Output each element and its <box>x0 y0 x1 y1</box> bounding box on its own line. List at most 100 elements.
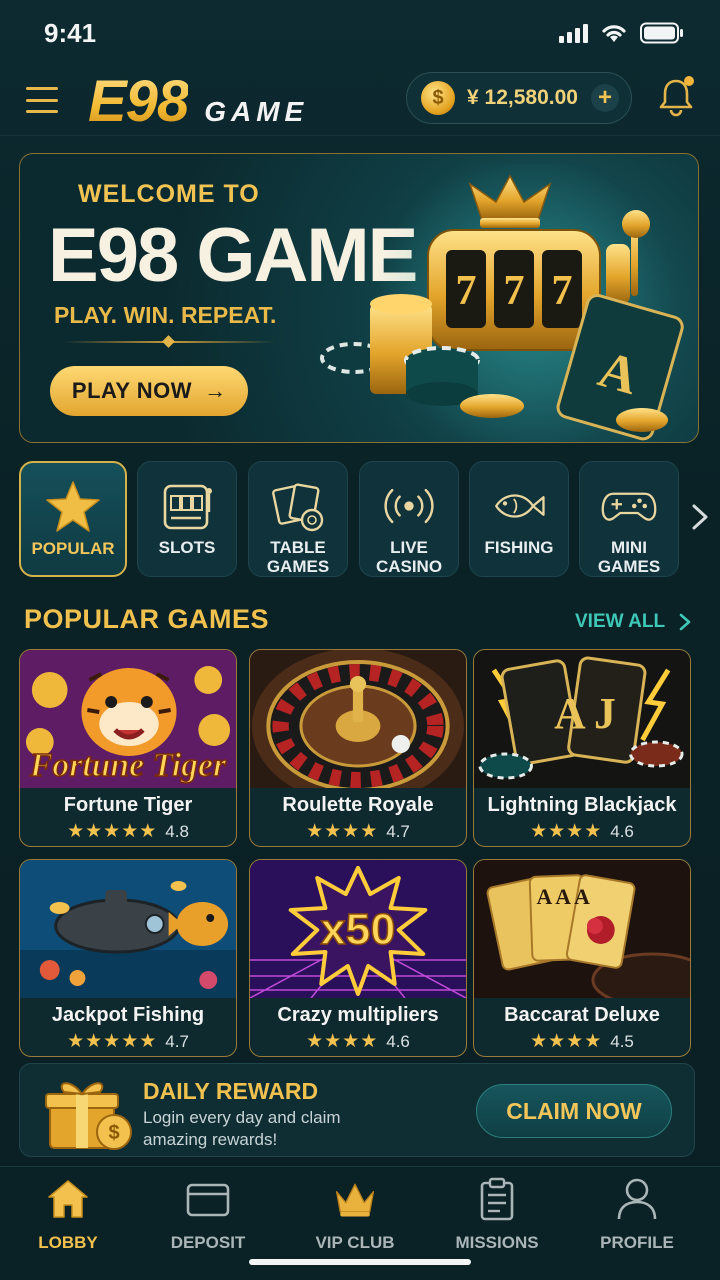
clipboard-icon <box>474 1177 520 1221</box>
fish-icon <box>491 480 547 532</box>
notification-dot <box>684 76 694 86</box>
slot-digit-3: 7 <box>552 268 573 314</box>
game-card-fortune-tiger[interactable]: Fortune Tiger Fortune Tiger ★★★★★ 4.8 <box>19 649 237 847</box>
nav-deposit[interactable]: DEPOSIT <box>148 1177 268 1257</box>
game-rating: ★★★★ 4.6 <box>250 1030 466 1053</box>
daily-reward-banner: $ DAILY REWARD Login every day and claim… <box>19 1063 695 1157</box>
app-root: 9:41 E98 GAME $ ¥ 12,580.00 + WELCOME TO… <box>0 0 720 1280</box>
rating-value: 4.8 <box>165 821 189 841</box>
broadcast-icon <box>381 480 437 532</box>
star-icon <box>45 481 101 533</box>
home-indicator[interactable] <box>249 1259 471 1265</box>
blackjack-art: A J <box>474 650 690 788</box>
game-title: Fortune Tiger <box>63 794 193 816</box>
roulette-art <box>250 650 466 788</box>
gift-box-icon: $ <box>45 1082 132 1150</box>
category-table-games[interactable]: TABLE GAMES <box>248 461 348 577</box>
rating-value: 4.5 <box>610 1031 634 1051</box>
category-mini-games[interactable]: MINI GAMES <box>579 461 679 577</box>
reward-coin-symbol: $ <box>108 1122 119 1144</box>
app-header: E98 GAME $ ¥ 12,580.00 + <box>0 66 720 136</box>
game-title: Crazy multipliers <box>277 1004 439 1026</box>
reward-title: DAILY REWARD <box>143 1078 319 1104</box>
rating-value: 4.7 <box>165 1031 189 1051</box>
battery-icon <box>640 22 684 44</box>
category-bar: POPULAR SLOTS TABLE GAMES LIVE CASINO FI… <box>19 461 720 577</box>
nav-label: PROFILE <box>600 1233 674 1252</box>
game-rating: ★★★★★ 4.7 <box>20 1030 236 1053</box>
wallet-balance[interactable]: $ ¥ 12,580.00 + <box>406 72 632 124</box>
game-rating: ★★★★★ 4.8 <box>20 820 236 843</box>
status-icons <box>559 22 684 44</box>
home-icon <box>45 1177 91 1221</box>
rating-value: 4.6 <box>610 821 634 841</box>
game-art-text: A J <box>554 690 616 738</box>
arrow-right-icon: → <box>204 378 227 403</box>
game-title: Jackpot Fishing <box>51 1004 205 1026</box>
nav-profile[interactable]: PROFILE <box>577 1177 697 1257</box>
baccarat-art: A A A <box>474 860 690 998</box>
game-card-crazy-multipliers[interactable]: x50 Crazy multipliers ★★★★ 4.6 <box>249 859 467 1057</box>
game-art-text: x50 <box>321 905 396 954</box>
fortune-tiger-art: Fortune Tiger <box>20 650 236 788</box>
game-rating: ★★★★ 4.6 <box>474 820 690 843</box>
gamepad-icon <box>601 480 657 532</box>
category-popular[interactable]: POPULAR <box>19 461 127 577</box>
nav-label: MISSIONS <box>455 1233 539 1252</box>
game-title: Lightning Blackjack <box>487 794 677 816</box>
game-card-baccarat-deluxe[interactable]: A A A Baccarat Deluxe ★★★★ 4.5 <box>473 859 691 1057</box>
category-label: MINI GAMES <box>597 538 661 576</box>
reward-description: Login every day and claim amazing reward… <box>143 1108 341 1149</box>
star-rating-icon: ★★★★ <box>306 1031 379 1052</box>
diamond-ornament-icon <box>162 335 175 348</box>
wifi-icon <box>600 23 628 43</box>
rating-value: 4.7 <box>386 821 410 841</box>
category-fishing[interactable]: FISHING <box>469 461 569 577</box>
star-rating-icon: ★★★★ <box>530 1031 603 1052</box>
cards-icon <box>270 480 326 532</box>
game-card-roulette-royale[interactable]: Roulette Royale ★★★★ 4.7 <box>249 649 467 847</box>
nav-missions[interactable]: MISSIONS <box>437 1177 557 1257</box>
chevron-right-icon <box>679 613 691 631</box>
signal-icon <box>559 23 588 43</box>
nav-label: LOBBY <box>38 1233 98 1252</box>
section-title: POPULAR GAMES <box>24 604 270 634</box>
rating-value: 4.6 <box>386 1031 410 1051</box>
view-all-label: VIEW ALL <box>575 611 666 632</box>
nav-lobby[interactable]: LOBBY <box>8 1177 128 1257</box>
multiplier-art: x50 <box>250 860 466 998</box>
balance-value: ¥ 12,580.00 <box>467 86 578 109</box>
game-art-text: Fortune Tiger <box>29 747 227 784</box>
hero-banner[interactable]: WELCOME TO E98 GAME PLAY. WIN. REPEAT. P… <box>19 153 699 443</box>
brand-sub: GAME <box>204 96 309 127</box>
game-title: Roulette Royale <box>282 794 434 816</box>
star-rating-icon: ★★★★★ <box>67 821 158 842</box>
category-slots[interactable]: SLOTS <box>137 461 237 577</box>
slot-digit-2: 7 <box>504 268 525 314</box>
add-funds-button[interactable]: + <box>591 84 619 112</box>
game-rating: ★★★★ 4.7 <box>250 820 466 843</box>
notification-bell-icon[interactable] <box>656 76 696 118</box>
game-card-jackpot-fishing[interactable]: Jackpot Fishing ★★★★★ 4.7 <box>19 859 237 1057</box>
hamburger-menu-icon[interactable] <box>24 82 60 118</box>
game-card-lightning-blackjack[interactable]: A J Lightning Blackjack ★★★★ 4.6 <box>473 649 691 847</box>
play-now-button[interactable]: PLAY NOW → <box>50 366 248 416</box>
star-rating-icon: ★★★★★ <box>67 1031 158 1052</box>
crown-icon <box>332 1177 378 1221</box>
brand-main: E98 <box>88 69 189 134</box>
nav-label: DEPOSIT <box>170 1233 246 1252</box>
game-art-text: A A A <box>537 884 590 909</box>
chevron-right-icon[interactable] <box>688 500 712 534</box>
card-icon <box>185 1177 231 1221</box>
game-title: Baccarat Deluxe <box>504 1004 660 1026</box>
banner-tagline: PLAY. WIN. REPEAT. <box>54 302 277 328</box>
category-label: POPULAR <box>31 539 115 558</box>
status-bar: 9:41 <box>0 0 720 66</box>
category-label: FISHING <box>484 538 554 557</box>
status-time: 9:41 <box>44 18 97 48</box>
category-label: TABLE GAMES <box>266 538 330 576</box>
view-all-link[interactable]: VIEW ALL <box>575 611 691 633</box>
claim-now-button[interactable]: CLAIM NOW <box>476 1084 672 1138</box>
nav-vip-club[interactable]: VIP CLUB <box>295 1177 415 1257</box>
category-live-casino[interactable]: LIVE CASINO <box>359 461 459 577</box>
